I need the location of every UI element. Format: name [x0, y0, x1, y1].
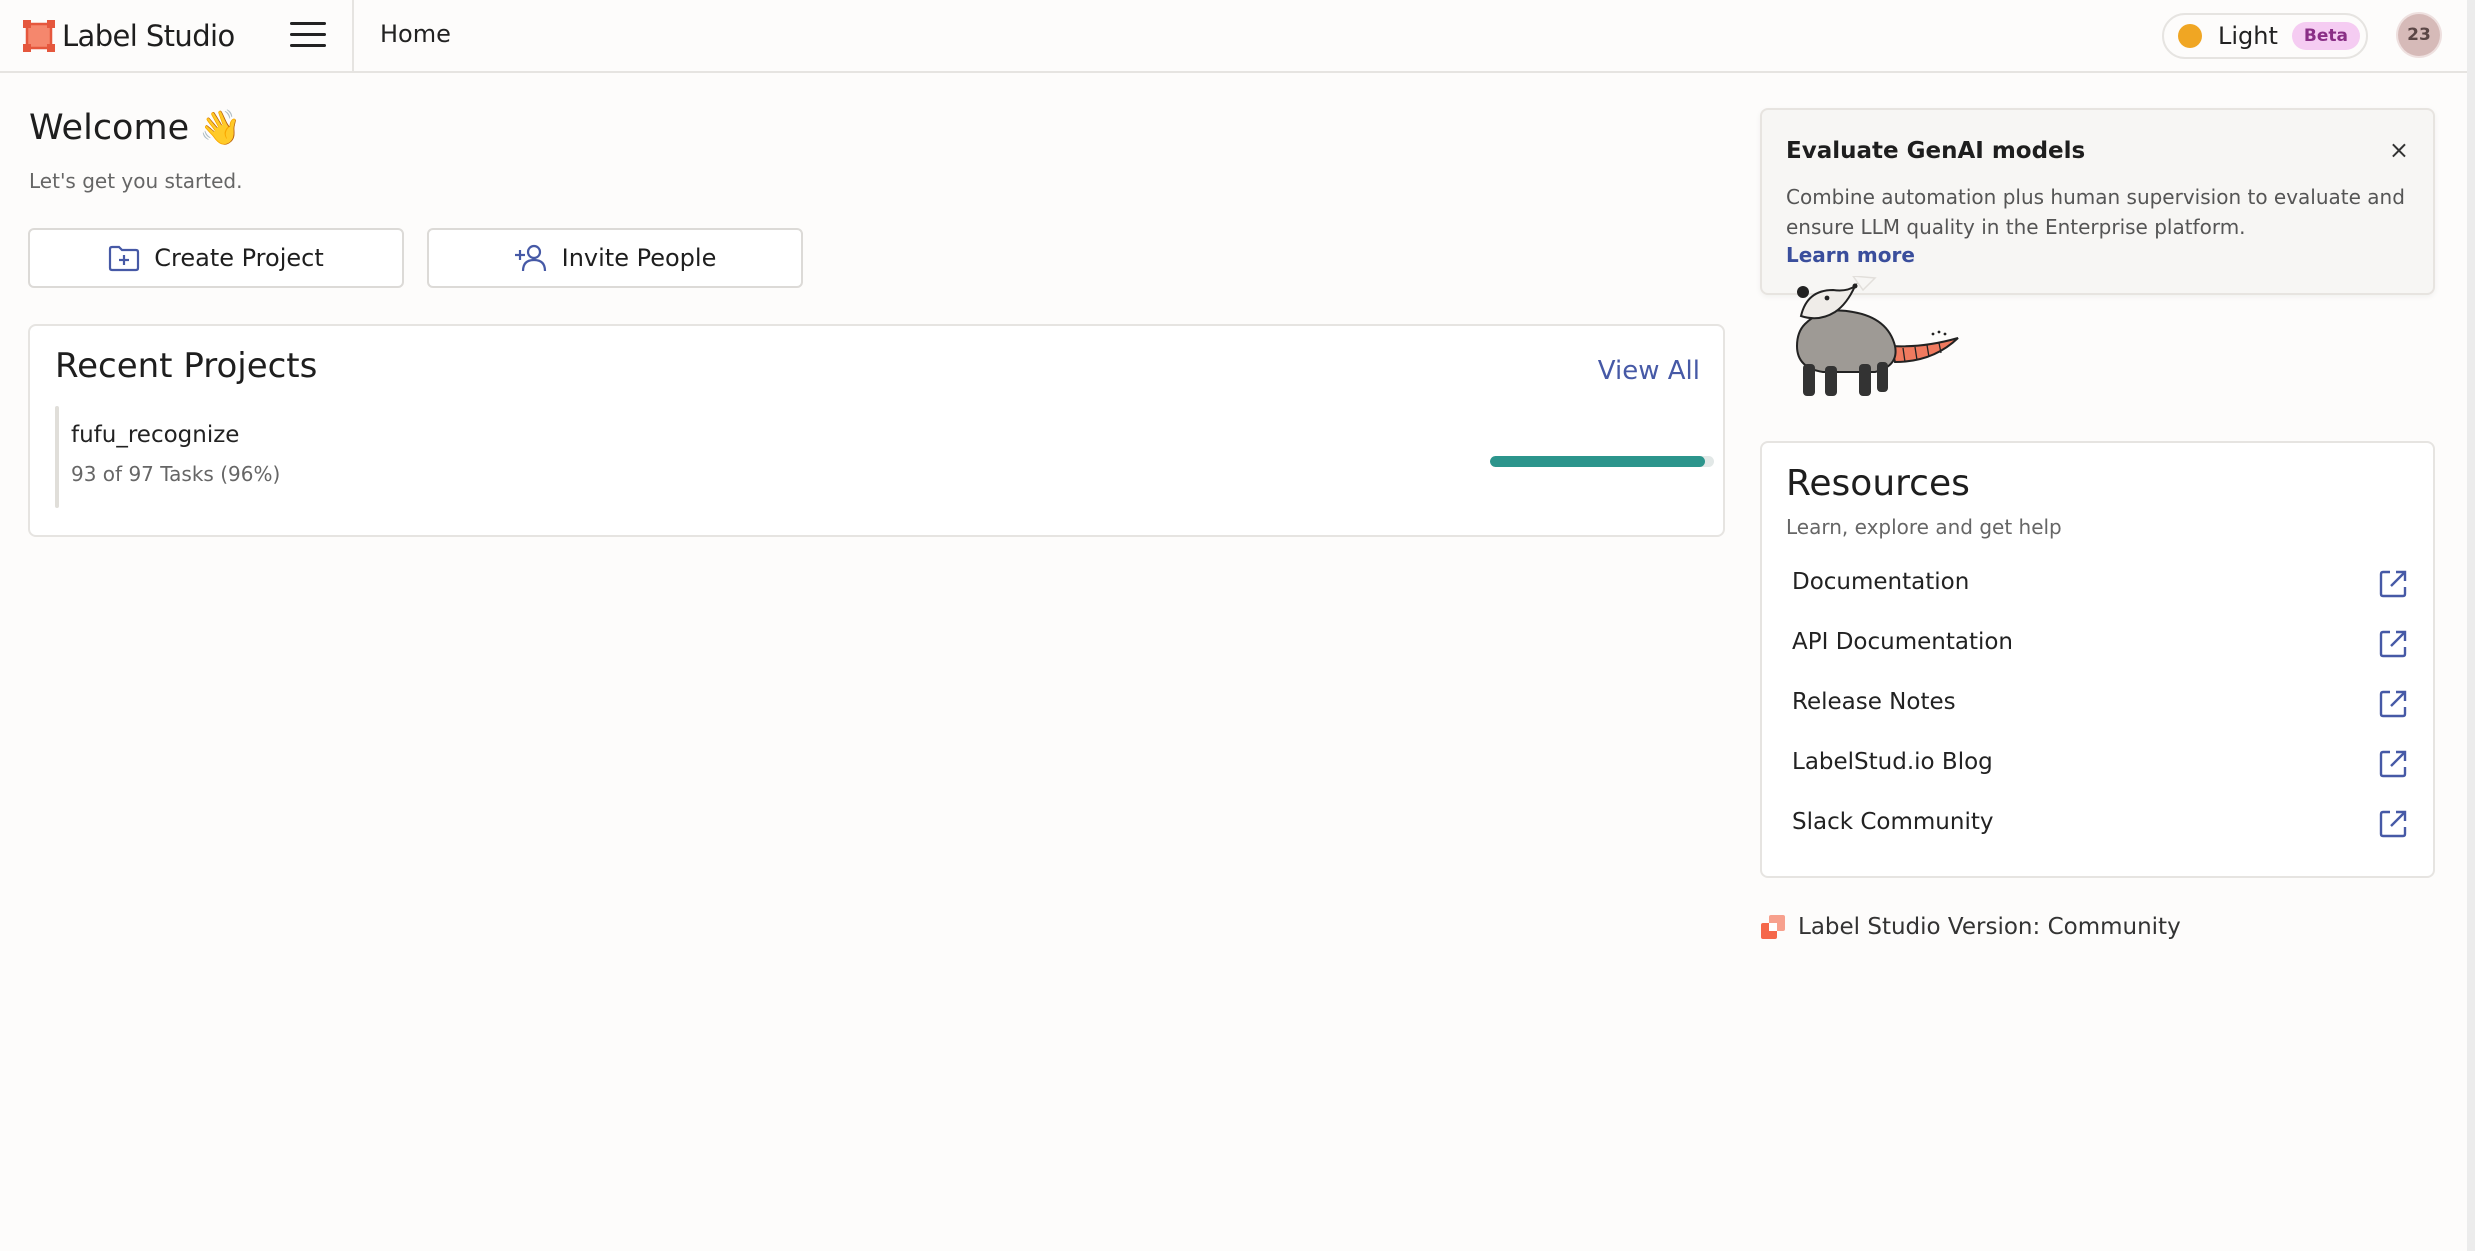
- project-task-stats: 93 of 97 Tasks (96%): [71, 462, 281, 486]
- external-link-icon: [2379, 630, 2407, 658]
- beta-badge: Beta: [2291, 22, 2360, 50]
- opossum-mascot-icon: [1795, 276, 1959, 396]
- resources-card: Resources Learn, explore and get help Do…: [1760, 441, 2435, 878]
- user-avatar[interactable]: 23: [2398, 14, 2440, 56]
- resource-label: Slack Community: [1792, 809, 1994, 835]
- project-accent-bar: [55, 406, 59, 508]
- close-icon[interactable]: ×: [2389, 136, 2409, 164]
- scrollbar[interactable]: [2467, 0, 2475, 1251]
- project-progress-fill: [1490, 456, 1705, 467]
- welcome-heading: Welcome 👋: [29, 108, 241, 148]
- project-name: fufu_recognize: [71, 422, 240, 448]
- label-studio-small-logo-icon: [1761, 915, 1785, 939]
- top-bar: Label Studio Home Light Beta 23: [0, 0, 2475, 73]
- create-project-label: Create Project: [154, 244, 324, 272]
- genai-promo-card: Evaluate GenAI models × Combine automati…: [1760, 108, 2435, 295]
- promo-title: Evaluate GenAI models: [1786, 138, 2086, 164]
- sun-icon: [2178, 24, 2202, 48]
- project-item[interactable]: fufu_recognize 93 of 97 Tasks (96%): [55, 406, 1714, 508]
- theme-toggle[interactable]: Light Beta: [2162, 13, 2368, 59]
- folder-plus-icon: [108, 244, 140, 272]
- menu-hamburger-icon[interactable]: [290, 22, 326, 50]
- breadcrumb-home[interactable]: Home: [380, 20, 451, 48]
- external-link-icon: [2379, 810, 2407, 838]
- resource-label: LabelStud.io Blog: [1792, 749, 1993, 775]
- welcome-subtitle: Let's get you started.: [29, 169, 243, 193]
- resource-link-slack-community[interactable]: Slack Community: [1786, 797, 2412, 849]
- resource-link-documentation[interactable]: Documentation: [1786, 557, 2412, 609]
- app-name: Label Studio: [62, 19, 235, 53]
- invite-people-label: Invite People: [561, 244, 717, 272]
- external-link-icon: [2379, 570, 2407, 598]
- resource-link-api-documentation[interactable]: API Documentation: [1786, 617, 2412, 669]
- version-info: Label Studio Version: Community: [1760, 914, 2181, 940]
- resource-link-blog[interactable]: LabelStud.io Blog: [1786, 737, 2412, 789]
- user-plus-icon: [514, 244, 548, 272]
- resource-label: Documentation: [1792, 569, 1970, 595]
- resource-link-release-notes[interactable]: Release Notes: [1786, 677, 2412, 729]
- invite-people-button[interactable]: Invite People: [427, 228, 803, 288]
- nav-divider: [352, 0, 354, 71]
- learn-more-link[interactable]: Learn more: [1786, 243, 1915, 267]
- view-all-link[interactable]: View All: [1598, 356, 1700, 386]
- theme-label: Light: [2218, 22, 2278, 50]
- label-studio-logo-icon: [23, 20, 55, 52]
- project-progress-bar: [1490, 456, 1714, 467]
- resources-subtitle: Learn, explore and get help: [1786, 515, 2062, 539]
- create-project-button[interactable]: Create Project: [28, 228, 404, 288]
- resource-label: Release Notes: [1792, 689, 1956, 715]
- app-logo[interactable]: Label Studio: [22, 18, 235, 54]
- version-text: Label Studio Version: Community: [1798, 914, 2181, 940]
- resources-title: Resources: [1786, 463, 1970, 504]
- welcome-title: Welcome: [29, 108, 190, 148]
- recent-projects-card: Recent Projects View All fufu_recognize …: [28, 324, 1725, 537]
- external-link-icon: [2379, 690, 2407, 718]
- promo-body: Combine automation plus human supervisio…: [1786, 185, 2405, 239]
- waving-hand-icon: 👋: [199, 108, 242, 148]
- recent-projects-title: Recent Projects: [55, 346, 318, 386]
- resource-label: API Documentation: [1792, 629, 2014, 655]
- external-link-icon: [2379, 750, 2407, 778]
